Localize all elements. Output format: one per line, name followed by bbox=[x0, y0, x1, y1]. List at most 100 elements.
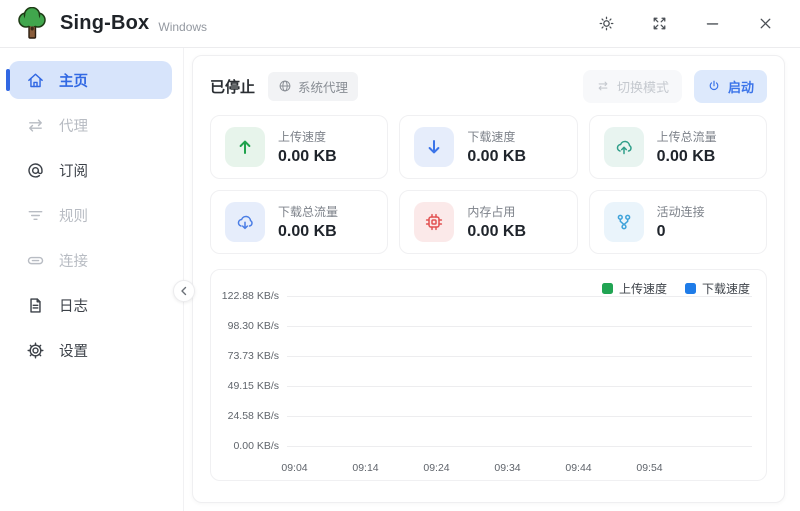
stat-card-total-download: 下载总流量 0.00 KB bbox=[210, 190, 388, 254]
stat-value: 0.00 KB bbox=[278, 223, 338, 241]
swap-arrows-icon bbox=[26, 116, 45, 135]
system-proxy-label: 系统代理 bbox=[298, 77, 348, 96]
x-tick-label: 09:54 bbox=[614, 462, 685, 474]
theme-toggle-button[interactable] bbox=[589, 9, 623, 39]
chart-grid-row: 73.73 KB/s bbox=[221, 341, 752, 371]
titlebar: Sing-Box Windows bbox=[0, 0, 800, 48]
stat-card-memory: 内存占用 0.00 KB bbox=[399, 190, 577, 254]
y-tick-label: 122.88 KB/s bbox=[221, 290, 279, 302]
sidebar-item-label: 设置 bbox=[59, 340, 88, 361]
sidebar-item-proxy[interactable]: 代理 bbox=[9, 106, 172, 144]
stat-card-total-upload: 上传总流量 0.00 KB bbox=[589, 115, 767, 179]
legend-upload[interactable]: 上传速度 bbox=[602, 280, 667, 297]
switch-mode-icon bbox=[596, 79, 610, 93]
legend-label: 下载速度 bbox=[702, 280, 750, 297]
legend-download[interactable]: 下载速度 bbox=[685, 280, 750, 297]
at-sign-icon bbox=[26, 161, 45, 180]
y-tick-label: 0.00 KB/s bbox=[221, 440, 279, 452]
stat-value: 0.00 KB bbox=[657, 148, 717, 166]
sidebar-item-label: 主页 bbox=[59, 70, 88, 91]
minimize-icon bbox=[704, 15, 721, 32]
chart-grid-row: 49.15 KB/s bbox=[221, 371, 752, 401]
expand-icon bbox=[651, 15, 668, 32]
gear-icon bbox=[26, 341, 45, 360]
status-text: 已停止 bbox=[210, 76, 255, 97]
branch-icon bbox=[614, 212, 634, 232]
switch-mode-label: 切换模式 bbox=[617, 77, 669, 96]
cloud-upload-icon bbox=[614, 137, 634, 157]
speed-chart: 上传速度 下载速度 122.88 KB/s 98.30 KB/s 73.73 K… bbox=[210, 269, 767, 481]
stat-value: 0 bbox=[657, 223, 705, 241]
sun-icon bbox=[598, 15, 615, 32]
stat-card-upload-speed: 上传速度 0.00 KB bbox=[210, 115, 388, 179]
stat-label: 上传速度 bbox=[278, 128, 337, 145]
chart-grid-row: 98.30 KB/s bbox=[221, 311, 752, 341]
status-bar: 已停止 系统代理 切换模式 bbox=[210, 69, 767, 103]
start-label: 启动 bbox=[728, 77, 754, 96]
chip-icon bbox=[424, 212, 444, 232]
legend-swatch-upload bbox=[602, 283, 613, 294]
close-icon bbox=[757, 15, 774, 32]
x-tick-label: 09:14 bbox=[330, 462, 401, 474]
legend-swatch-download bbox=[685, 283, 696, 294]
globe-icon bbox=[278, 79, 292, 93]
stat-value: 0.00 KB bbox=[467, 223, 526, 241]
stat-label: 下载总流量 bbox=[278, 203, 338, 220]
sidebar-item-label: 规则 bbox=[59, 205, 88, 226]
chevron-left-icon bbox=[179, 286, 189, 296]
app-title: Sing-Box bbox=[60, 12, 149, 35]
y-tick-label: 98.30 KB/s bbox=[221, 320, 279, 332]
dashboard-panel: 已停止 系统代理 切换模式 bbox=[192, 55, 785, 503]
stat-card-active-connections: 活动连接 0 bbox=[589, 190, 767, 254]
stat-label: 下载速度 bbox=[467, 128, 526, 145]
power-icon bbox=[707, 79, 721, 93]
arrow-up-icon bbox=[235, 137, 255, 157]
legend-label: 上传速度 bbox=[619, 280, 667, 297]
chart-legend: 上传速度 下载速度 bbox=[602, 280, 750, 297]
stat-value: 0.00 KB bbox=[278, 148, 337, 166]
fullscreen-button[interactable] bbox=[642, 9, 676, 39]
sidebar-item-settings[interactable]: 设置 bbox=[9, 331, 172, 369]
x-tick-label: 09:34 bbox=[472, 462, 543, 474]
sidebar-item-label: 订阅 bbox=[59, 160, 88, 181]
x-tick-label: 09:04 bbox=[259, 462, 330, 474]
stat-label: 上传总流量 bbox=[657, 128, 717, 145]
stat-card-download-speed: 下载速度 0.00 KB bbox=[399, 115, 577, 179]
system-proxy-badge[interactable]: 系统代理 bbox=[268, 72, 358, 101]
sidebar-item-logs[interactable]: 日志 bbox=[9, 286, 172, 324]
start-button[interactable]: 启动 bbox=[694, 70, 767, 103]
collapse-sidebar-button[interactable] bbox=[173, 280, 195, 302]
sidebar-item-label: 连接 bbox=[59, 250, 88, 271]
sidebar-item-connections[interactable]: 连接 bbox=[9, 241, 172, 279]
sidebar-item-label: 日志 bbox=[59, 295, 88, 316]
sidebar-item-subscriptions[interactable]: 订阅 bbox=[9, 151, 172, 189]
x-tick-label: 09:24 bbox=[401, 462, 472, 474]
home-icon bbox=[26, 71, 45, 90]
y-tick-label: 24.58 KB/s bbox=[221, 410, 279, 422]
app-logo-tree-icon bbox=[16, 7, 48, 41]
chart-grid-row: 0.00 KB/s bbox=[221, 431, 752, 461]
sidebar-item-rules[interactable]: 规则 bbox=[9, 196, 172, 234]
switch-mode-button[interactable]: 切换模式 bbox=[583, 70, 682, 103]
minimize-button[interactable] bbox=[695, 9, 729, 39]
sidebar: 主页 代理 订阅 规则 连 bbox=[0, 48, 184, 511]
y-tick-label: 49.15 KB/s bbox=[221, 380, 279, 392]
main-area: 已停止 系统代理 切换模式 bbox=[184, 48, 800, 511]
x-tick-label: 09:44 bbox=[543, 462, 614, 474]
stat-value: 0.00 KB bbox=[467, 148, 526, 166]
app-subtitle: Windows bbox=[158, 20, 207, 34]
arrow-down-icon bbox=[424, 137, 444, 157]
sidebar-item-label: 代理 bbox=[59, 115, 88, 136]
cloud-download-icon bbox=[235, 212, 255, 232]
stat-label: 内存占用 bbox=[467, 203, 526, 220]
document-icon bbox=[26, 296, 45, 315]
sidebar-item-home[interactable]: 主页 bbox=[9, 61, 172, 99]
stats-grid: 上传速度 0.00 KB 下载速度 0.00 KB bbox=[210, 115, 767, 254]
filter-icon bbox=[26, 206, 45, 225]
link-icon bbox=[26, 251, 45, 270]
y-tick-label: 73.73 KB/s bbox=[221, 350, 279, 362]
chart-x-axis: 09:04 09:14 09:24 09:34 09:44 09:54 bbox=[259, 462, 752, 474]
stat-label: 活动连接 bbox=[657, 203, 705, 220]
close-button[interactable] bbox=[748, 9, 782, 39]
chart-grid-row: 24.58 KB/s bbox=[221, 401, 752, 431]
